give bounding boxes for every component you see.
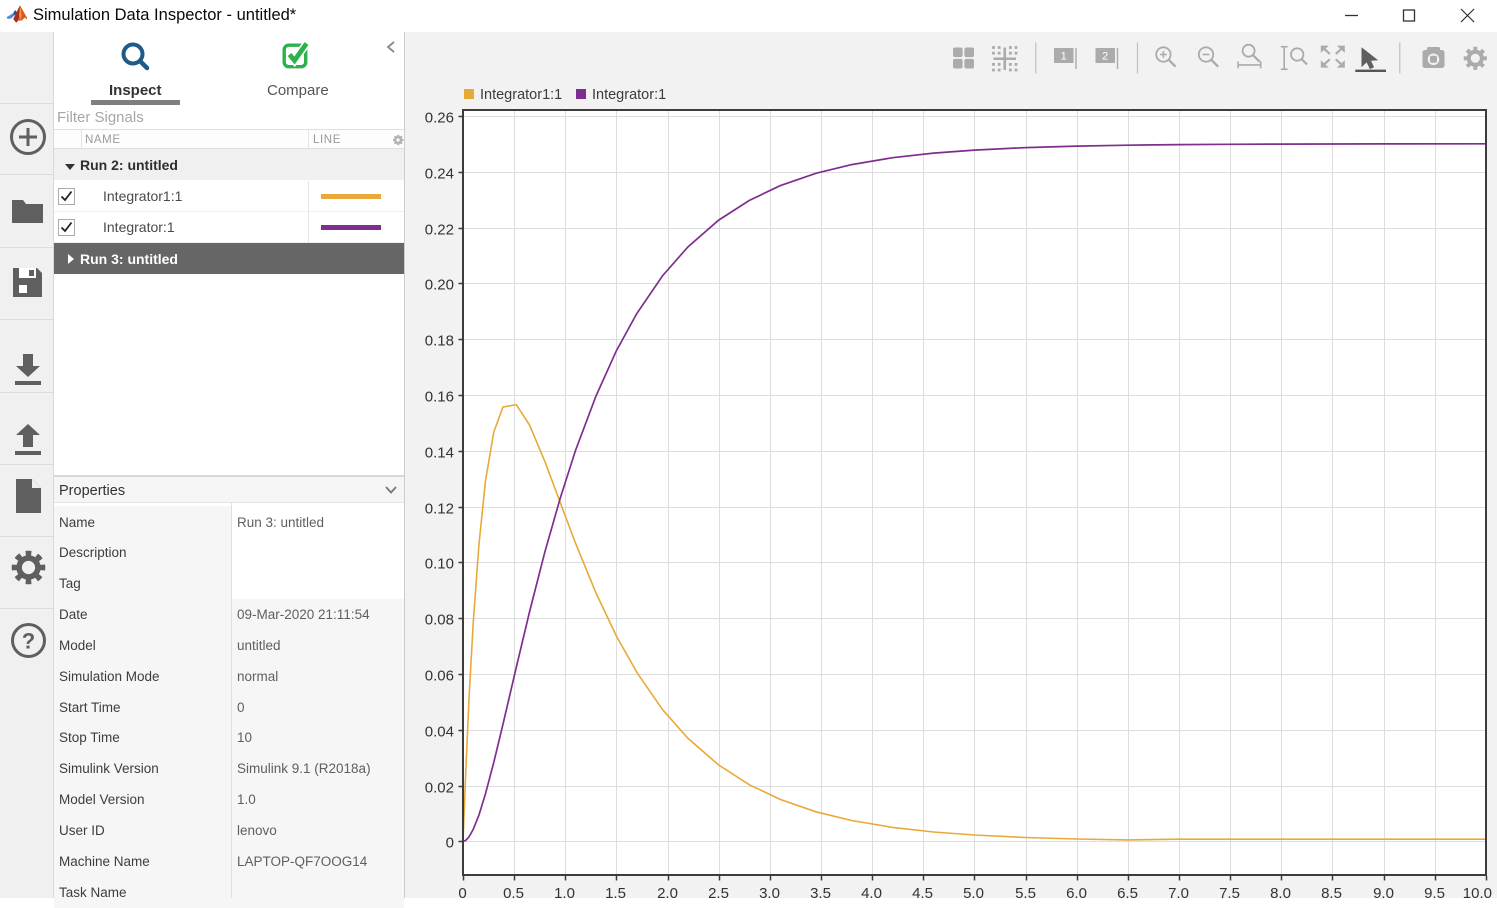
svg-text:1.5: 1.5 [605, 885, 626, 898]
svg-text:0.18: 0.18 [425, 333, 454, 350]
svg-text:0.06: 0.06 [425, 668, 454, 685]
svg-text:1.0: 1.0 [554, 885, 575, 898]
svg-text:0: 0 [446, 835, 454, 852]
svg-text:3.0: 3.0 [759, 885, 780, 898]
svg-text:1: 1 [1061, 51, 1067, 63]
svg-text:0.04: 0.04 [425, 724, 454, 741]
svg-text:6.5: 6.5 [1117, 885, 1138, 898]
svg-text:7.0: 7.0 [1168, 885, 1189, 898]
svg-text:6.0: 6.0 [1066, 885, 1087, 898]
svg-text:0.16: 0.16 [425, 389, 454, 406]
svg-text:9.0: 9.0 [1373, 885, 1394, 898]
svg-text:0.02: 0.02 [425, 780, 454, 797]
svg-text:10.0: 10.0 [1463, 885, 1492, 898]
svg-text:2.0: 2.0 [657, 885, 678, 898]
svg-text:5.5: 5.5 [1015, 885, 1036, 898]
svg-text:4.0: 4.0 [861, 885, 882, 898]
svg-text:8.5: 8.5 [1321, 885, 1342, 898]
svg-text:0.20: 0.20 [425, 277, 454, 294]
svg-text:9.5: 9.5 [1424, 885, 1445, 898]
svg-text:0.26: 0.26 [425, 110, 454, 127]
svg-text:0.5: 0.5 [503, 885, 524, 898]
svg-text:0.22: 0.22 [425, 222, 454, 239]
svg-text:8.0: 8.0 [1270, 885, 1291, 898]
svg-text:7.5: 7.5 [1219, 885, 1240, 898]
svg-text:0.08: 0.08 [425, 612, 454, 629]
svg-text:0.12: 0.12 [425, 501, 454, 518]
svg-text:4.5: 4.5 [912, 885, 933, 898]
svg-text:3.5: 3.5 [810, 885, 831, 898]
svg-text:0.10: 0.10 [425, 556, 454, 573]
svg-text:0: 0 [458, 885, 466, 898]
svg-text:?: ? [22, 629, 35, 654]
svg-text:2: 2 [1102, 51, 1108, 63]
svg-text:0.24: 0.24 [425, 166, 454, 183]
svg-text:0.14: 0.14 [425, 445, 454, 462]
svg-text:2.5: 2.5 [708, 885, 729, 898]
svg-text:5.0: 5.0 [963, 885, 984, 898]
